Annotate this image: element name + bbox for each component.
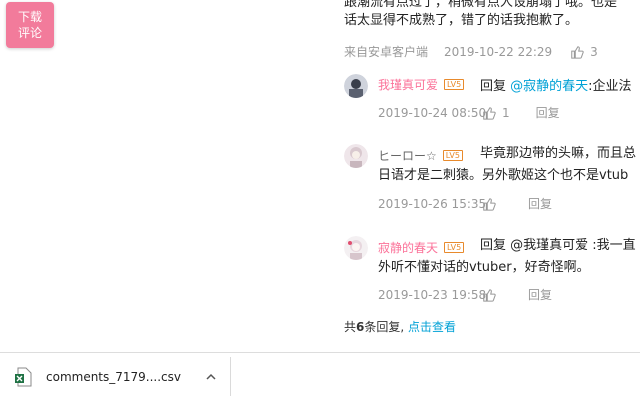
thumbs-up-icon: [483, 288, 496, 302]
comment-page: 下载 评论 跟潮流有点过了，稍微有点人设崩塌了哦。也是 话太显得不成熟了，错了的…: [0, 0, 640, 352]
reply-meta: 2019-10-26 15:35 回复: [378, 195, 552, 212]
reply-line-1: 毕竟那边带的头嘛，而且总: [480, 146, 637, 161]
like-count: 1: [502, 105, 510, 120]
avatar[interactable]: [344, 74, 368, 98]
thumbs-up-icon: [571, 45, 584, 59]
reply-line-2: 外听不懂对话的vtuber，好奇怪啊。: [378, 260, 590, 275]
username-text: 我瑾真可爱: [378, 78, 439, 92]
reply-date: 2019-10-26 15:35: [378, 196, 487, 211]
download-label: 下载: [17, 10, 42, 24]
thumbs-up-icon: [483, 106, 496, 120]
chevron-up-icon[interactable]: [205, 371, 217, 383]
summary-prefix: 共: [344, 320, 357, 334]
download-bar: comments_7179....csv: [0, 353, 640, 400]
like-button[interactable]: 1: [482, 106, 510, 120]
reply-button[interactable]: 回复: [528, 286, 552, 303]
avatar[interactable]: [344, 144, 368, 168]
reply-meta: 2019-10-23 19:58 回复: [378, 286, 552, 303]
reply-meta: 2019-10-24 08:50 1 回复: [378, 104, 560, 121]
main-comment-text: 跟潮流有点过了，稍微有点人设崩塌了哦。也是 话太显得不成熟了，错了的话我抱歉了。: [344, 0, 640, 30]
summary-suffix: 条回复,: [364, 320, 405, 334]
download-comments-button[interactable]: 下载 评论: [6, 2, 54, 48]
main-comment-line-1: 跟潮流有点过了，稍微有点人设崩塌了哦。也是: [344, 0, 618, 10]
reply-line-2: 日语才是二刺猿。另外歌姬这个也不是vtub: [378, 168, 629, 183]
comment-date: 2019-10-22 22:29: [444, 44, 553, 59]
reply-text: 回复 @我瑾真可爱 :我一直 外听不懂对话的vtuber，好奇怪啊。: [378, 235, 640, 279]
like-button[interactable]: [482, 288, 502, 302]
thumbs-up-icon: [483, 197, 496, 211]
comments-label: 评论: [17, 26, 42, 40]
reply-username[interactable]: 我瑾真可爱 LV5: [378, 76, 465, 93]
avatar[interactable]: [344, 236, 368, 260]
reply-text: 毕竟那边带的头嘛，而且总 日语才是二刺猿。另外歌姬这个也不是vtub: [378, 143, 640, 187]
download-filename: comments_7179....csv: [46, 370, 182, 384]
reply-text: 回复 @寂静的春天:企业法: [480, 75, 632, 94]
level-badge: LV5: [444, 79, 465, 90]
excel-file-icon: [15, 367, 32, 387]
reply-button[interactable]: 回复: [528, 195, 552, 212]
replies-summary: 共6条回复, 点击查看: [344, 318, 456, 335]
download-item-separator: [230, 357, 231, 396]
mention-link[interactable]: @寂静的春天: [510, 79, 588, 94]
view-all-link[interactable]: 点击查看: [408, 320, 456, 334]
like-button[interactable]: [482, 197, 502, 211]
main-comment-line-2: 话太显得不成熟了，错了的话我抱歉了。: [344, 13, 579, 28]
reply-button[interactable]: 回复: [536, 104, 560, 121]
download-item[interactable]: comments_7179....csv: [14, 365, 217, 389]
reply-date: 2019-10-24 08:50: [378, 105, 487, 120]
reply-content: :企业法: [588, 79, 632, 94]
reply-word: 回复: [480, 79, 507, 94]
comment-source: 来自安卓客户端: [344, 45, 429, 59]
reply-line-1: 回复 @我瑾真可爱 :我一直: [480, 238, 636, 253]
like-button[interactable]: 3: [570, 45, 598, 59]
reply-date: 2019-10-23 19:58: [378, 287, 487, 302]
like-count: 3: [590, 44, 598, 59]
main-comment-meta: 来自安卓客户端 2019-10-22 22:29 3: [344, 43, 624, 60]
